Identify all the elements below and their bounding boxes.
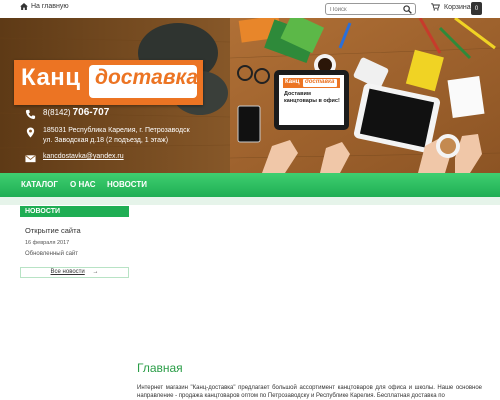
logo-word-kanc: Канц [21,64,81,91]
all-news-button[interactable]: Все новости → [20,267,129,278]
tablet-ad: Канц доставка Доставим канцтовары в офис… [281,77,342,123]
tablet-slogan: Доставим канцтовары в офис! [284,91,340,104]
logo-word-dostavka: доставка [95,66,199,89]
email-link[interactable]: kancdostavka@yandex.ru [43,152,124,162]
tablet-logo-right: доставка [305,79,335,85]
phone-prefix: 8(8142) [43,108,71,117]
page-intro-text: Интернет магазин "Канц-доставка" предлаг… [137,385,482,399]
phone-icon [25,109,36,120]
logo-word-box: доставка [89,65,199,98]
tablet-logo-left: Канц [285,79,300,85]
nav-item-news[interactable]: Новости [107,180,147,189]
mail-icon [25,155,36,163]
search-icon[interactable] [403,5,412,14]
nav-underline [0,197,500,205]
cart-count-badge[interactable]: 0 [471,2,482,15]
address-line-1: 185031 Республика Карелия, г. Петрозавод… [43,127,190,134]
location-icon [26,127,35,138]
site-logo[interactable]: Канц доставка [14,60,203,105]
header-banner: Канц доставка Доставим канцтовары в офис… [0,18,500,173]
nav-item-about[interactable]: О нас [70,180,96,189]
address-block: 185031 Республика Карелия, г. Петрозавод… [43,126,190,146]
home-link[interactable]: На главную [20,3,69,10]
page-title: Главная [137,361,183,375]
phone-row: 8(8142) 706-707 [25,108,109,120]
news-item-date: 16 февраля 2017 [25,240,70,246]
phone-number: 706-707 [72,107,110,118]
home-icon [20,3,28,10]
cart-label: Корзина [444,3,471,11]
search-input[interactable] [330,5,400,14]
search-box [325,3,416,15]
news-heading: Новости [20,206,129,217]
address-row: 185031 Республика Карелия, г. Петрозавод… [25,126,190,146]
cart-icon [431,3,440,11]
news-item-title[interactable]: Открытие сайта [25,226,81,235]
top-bar: На главную Корзина 0 [0,0,500,18]
cart-link[interactable]: Корзина [431,3,471,11]
address-line-2: ул. Заводская д.18 (2 подъезд, 1 этаж) [43,137,169,144]
email-row: kancdostavka@yandex.ru [25,152,124,164]
all-news-label: Все новости [50,269,85,275]
nav-item-catalog[interactable]: Каталог [21,180,58,189]
news-item-text: Обновленный сайт [25,251,79,257]
arrow-right-icon: → [92,269,99,275]
home-link-label: На главную [31,3,69,10]
main-nav: Каталог О нас Новости [0,173,500,197]
